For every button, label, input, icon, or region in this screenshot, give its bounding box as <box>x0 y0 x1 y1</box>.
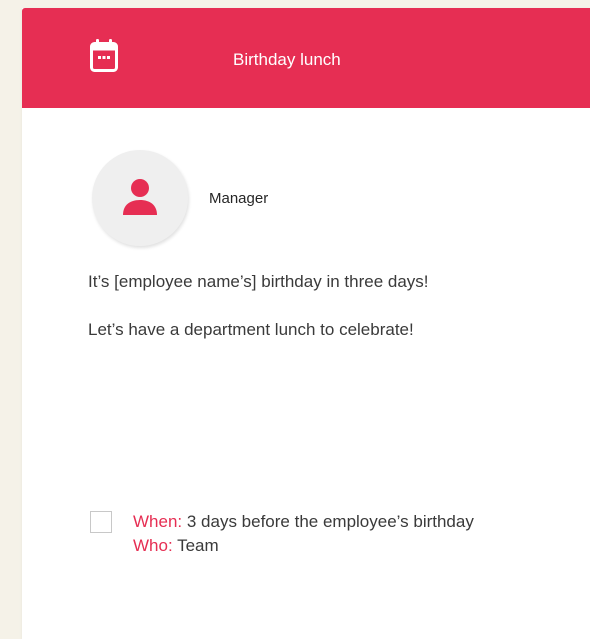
task-details: When: 3 days before the employee’s birth… <box>133 510 553 558</box>
message-card: Birthday lunch Manager It’s [employee na… <box>22 8 590 639</box>
message-paragraph: It’s [employee name’s] birthday in three… <box>88 272 429 291</box>
calendar-icon <box>90 39 118 73</box>
who-label: Who: <box>133 536 173 555</box>
card-title: Birthday lunch <box>233 50 341 69</box>
task-who: Who: Team <box>133 534 553 558</box>
person-icon <box>123 179 157 215</box>
when-value: 3 days before the employee’s birthday <box>182 512 474 531</box>
card-header: Birthday lunch <box>22 8 590 108</box>
message-paragraph: Let’s have a department lunch to celebra… <box>88 320 414 339</box>
message-body: It’s [employee name’s] birthday in three… <box>88 270 448 366</box>
avatar <box>92 150 188 246</box>
author-name: Manager <box>209 190 269 207</box>
when-label: When: <box>133 512 183 531</box>
task-checkbox[interactable] <box>90 511 112 533</box>
who-value: Team <box>172 536 219 555</box>
task-when: When: 3 days before the employee’s birth… <box>133 510 553 534</box>
